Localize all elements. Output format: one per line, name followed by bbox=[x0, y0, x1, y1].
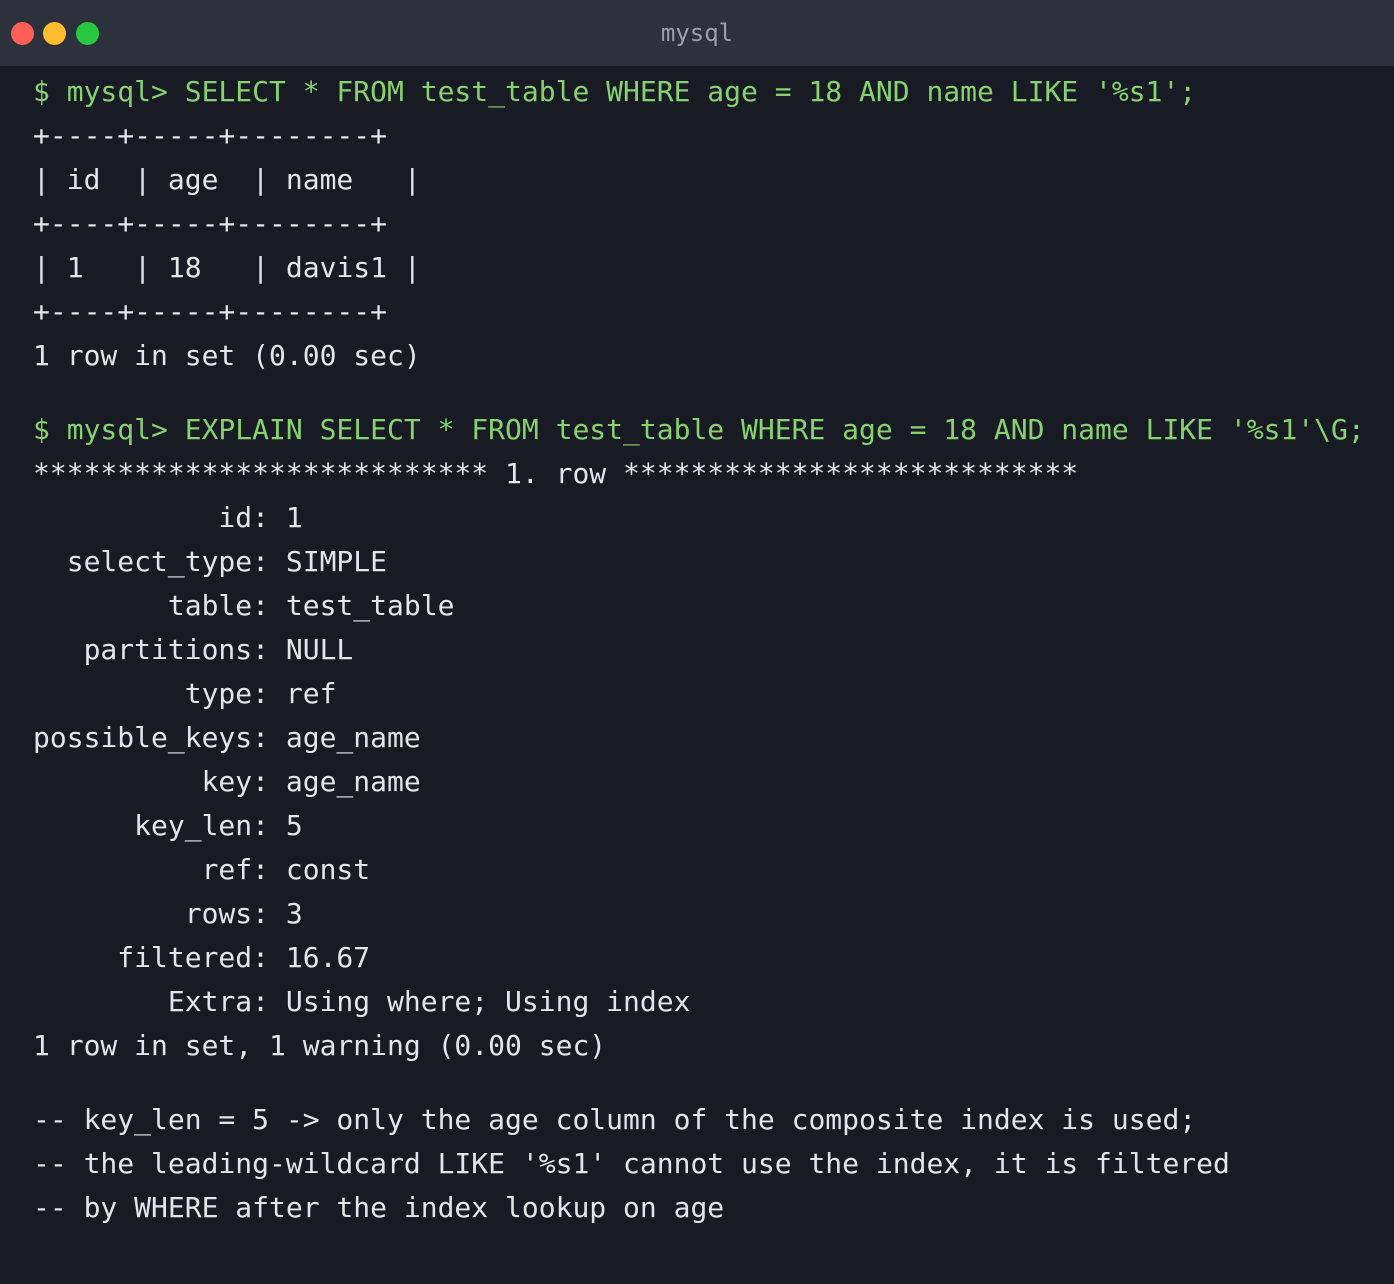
output-line: 1 row in set, 1 warning (0.00 sec) bbox=[33, 1029, 607, 1062]
output-line: -- the leading-wildcard LIKE '%s1' canno… bbox=[33, 1147, 1230, 1180]
output-line: Extra: Using where; Using index bbox=[33, 985, 691, 1018]
output-line: +----+-----+--------+ bbox=[33, 207, 388, 240]
output-line: table: test_table bbox=[33, 589, 455, 622]
output-line: 1 row in set (0.00 sec) bbox=[33, 339, 421, 372]
output-line: -- by WHERE after the index lookup on ag… bbox=[33, 1191, 725, 1224]
output-line: +----+-----+--------+ bbox=[33, 295, 388, 328]
output-line: | 1 | 18 | davis1 | bbox=[33, 251, 421, 284]
output-line: rows: 3 bbox=[33, 897, 303, 930]
terminal-output[interactable]: $ mysql> SELECT * FROM test_table WHERE … bbox=[33, 70, 1394, 1230]
output-line: filtered: 16.67 bbox=[33, 941, 371, 974]
output-line: key: age_name bbox=[33, 765, 421, 798]
output-line: *************************** 1. row *****… bbox=[33, 457, 1079, 490]
output-line: key_len: 5 bbox=[33, 809, 303, 842]
command-line: $ mysql> EXPLAIN SELECT * FROM test_tabl… bbox=[33, 413, 1365, 446]
output-line: select_type: SIMPLE bbox=[33, 545, 388, 578]
terminal-window: mysql $ mysql> SELECT * FROM test_table … bbox=[0, 0, 1394, 1284]
output-line: +----+-----+--------+ bbox=[33, 119, 388, 152]
output-line: partitions: NULL bbox=[33, 633, 354, 666]
output-line: possible_keys: age_name bbox=[33, 721, 421, 754]
window-title: mysql bbox=[660, 19, 734, 47]
output-line: type: ref bbox=[33, 677, 337, 710]
output-line: | id | age | name | bbox=[33, 163, 421, 196]
output-line: -- key_len = 5 -> only the age column of… bbox=[33, 1103, 1197, 1136]
title-bar[interactable]: mysql bbox=[0, 0, 1394, 66]
output-line: id: 1 bbox=[33, 501, 303, 534]
command-line: $ mysql> SELECT * FROM test_table WHERE … bbox=[33, 75, 1197, 108]
output-line: ref: const bbox=[33, 853, 371, 886]
